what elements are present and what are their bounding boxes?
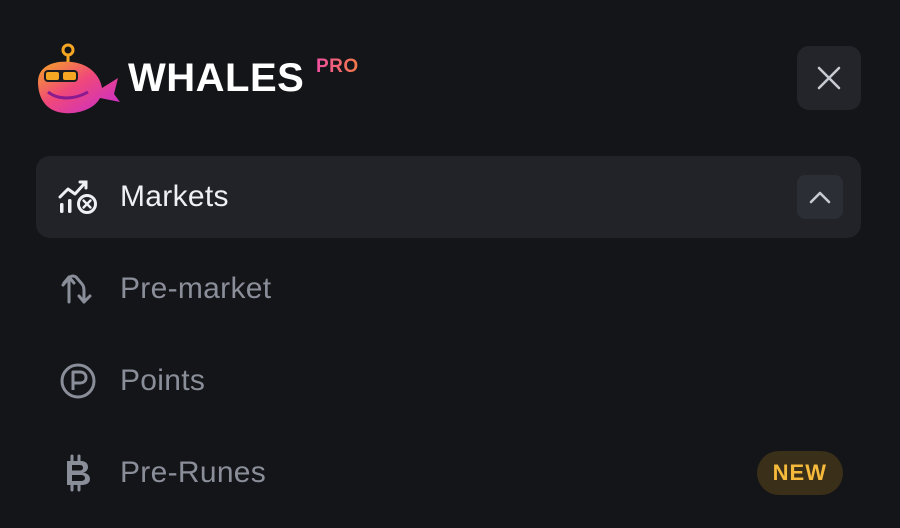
nav-item-label: Pre-market <box>120 272 272 305</box>
nav-item-label: Pre-Runes <box>120 456 267 489</box>
bitcoin-icon <box>56 451 100 495</box>
brand-name: WHALES <box>128 56 305 100</box>
nav-item-pre-runes[interactable]: Pre-Runes NEW <box>36 432 861 514</box>
nav-item-pre-market[interactable]: Pre-market <box>36 248 861 330</box>
close-icon <box>817 66 841 90</box>
markets-chart-icon <box>56 175 100 219</box>
nav-item-points[interactable]: Points <box>36 340 861 422</box>
new-badge: NEW <box>756 451 843 495</box>
points-p-icon <box>56 359 100 403</box>
nav-item-markets[interactable]: Markets <box>36 156 861 238</box>
sidebar-nav: Markets Pre-market Points Pre-Runes NEW <box>36 156 861 524</box>
menu-header: WHALES PRO <box>0 0 900 140</box>
whale-logo-icon <box>38 43 120 114</box>
collapse-toggle-button[interactable] <box>797 175 843 219</box>
nav-item-label: Markets <box>120 180 229 213</box>
nav-item-label: Points <box>120 364 206 397</box>
chevron-up-icon <box>809 191 831 204</box>
whales-pro-logo[interactable]: WHALES PRO <box>34 42 358 118</box>
close-menu-button[interactable] <box>797 46 861 110</box>
brand-suffix: PRO <box>316 56 359 77</box>
swap-arrows-icon <box>56 267 100 311</box>
